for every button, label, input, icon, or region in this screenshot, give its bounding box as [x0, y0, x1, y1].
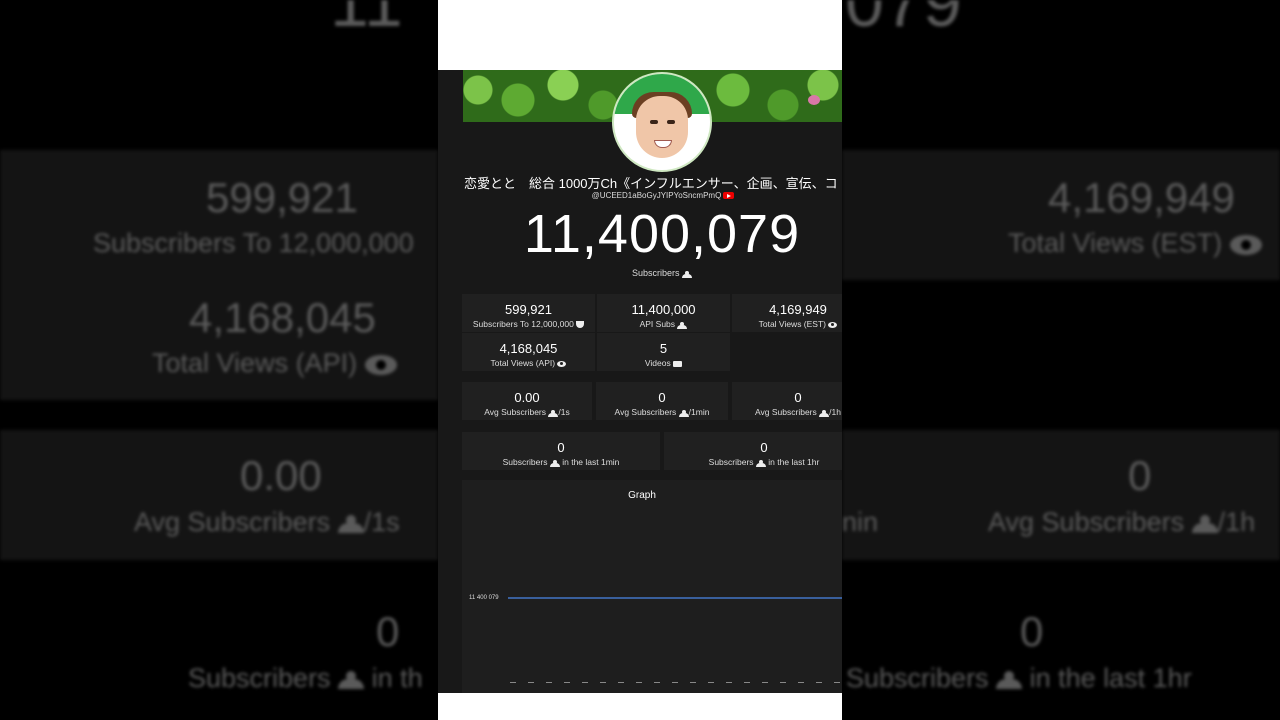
x-tick: [618, 682, 624, 686]
bg-value: 0: [1020, 608, 1044, 655]
bg-panel-right-mid: [842, 430, 1280, 560]
x-tick: [636, 682, 642, 686]
x-tick: [762, 682, 768, 686]
x-tick: [600, 682, 606, 686]
x-tick: [816, 682, 822, 686]
x-tick: [582, 682, 588, 686]
x-tick: [510, 682, 516, 686]
x-tick: [654, 682, 660, 686]
bg-value: 0: [376, 608, 400, 655]
x-tick: [690, 682, 696, 686]
bg-label: Total Views (EST): [1008, 228, 1262, 259]
x-tick: [672, 682, 678, 686]
x-tick: [726, 682, 732, 686]
x-tick: [798, 682, 804, 686]
bg-value: 4,169,949: [1048, 174, 1235, 221]
bg-value: 0: [1128, 452, 1152, 499]
x-tick: [708, 682, 714, 686]
x-tick: [780, 682, 786, 686]
bg-panel-left-mid: [0, 430, 438, 560]
bg-value: 4,168,045: [189, 294, 376, 341]
x-tick: [834, 682, 840, 686]
x-tick: [564, 682, 570, 686]
bg-fragment-top-right: 079: [845, 0, 962, 41]
eye-icon: [1229, 234, 1262, 255]
eye-icon: [364, 354, 397, 375]
x-axis-ticks: [510, 682, 840, 690]
bg-label: Subscribers To 12,000,000: [93, 228, 414, 258]
bg-label: Subscribers in th: [188, 663, 423, 693]
people-icon: [337, 514, 364, 533]
bg-fragment: nin: [842, 507, 879, 537]
x-tick: [528, 682, 534, 686]
people-icon: [338, 670, 365, 689]
x-tick: [546, 682, 552, 686]
bg-label: Subscribers in the last 1hr: [846, 663, 1192, 693]
bg-value: 599,921: [206, 174, 358, 221]
bg-label: Avg Subscribers /1s: [134, 507, 400, 537]
graph-chart: [508, 597, 842, 599]
live-sub-count-app: 恋愛とと 総合 1000万Ch《インフルエンサー、企画、宣伝、コ @UCEED1…: [438, 70, 842, 693]
people-icon: [1191, 514, 1218, 533]
bg-label: Avg Subscribers /1h: [988, 507, 1256, 537]
bg-fragment-top-left: 11: [330, 0, 403, 41]
bg-label: Total Views (API): [152, 348, 397, 379]
phone-frame: 恋愛とと 総合 1000万Ch《インフルエンサー、企画、宣伝、コ @UCEED1…: [438, 0, 842, 720]
people-icon: [996, 670, 1023, 689]
x-tick: [744, 682, 750, 686]
bg-value: 0.00: [240, 452, 322, 499]
